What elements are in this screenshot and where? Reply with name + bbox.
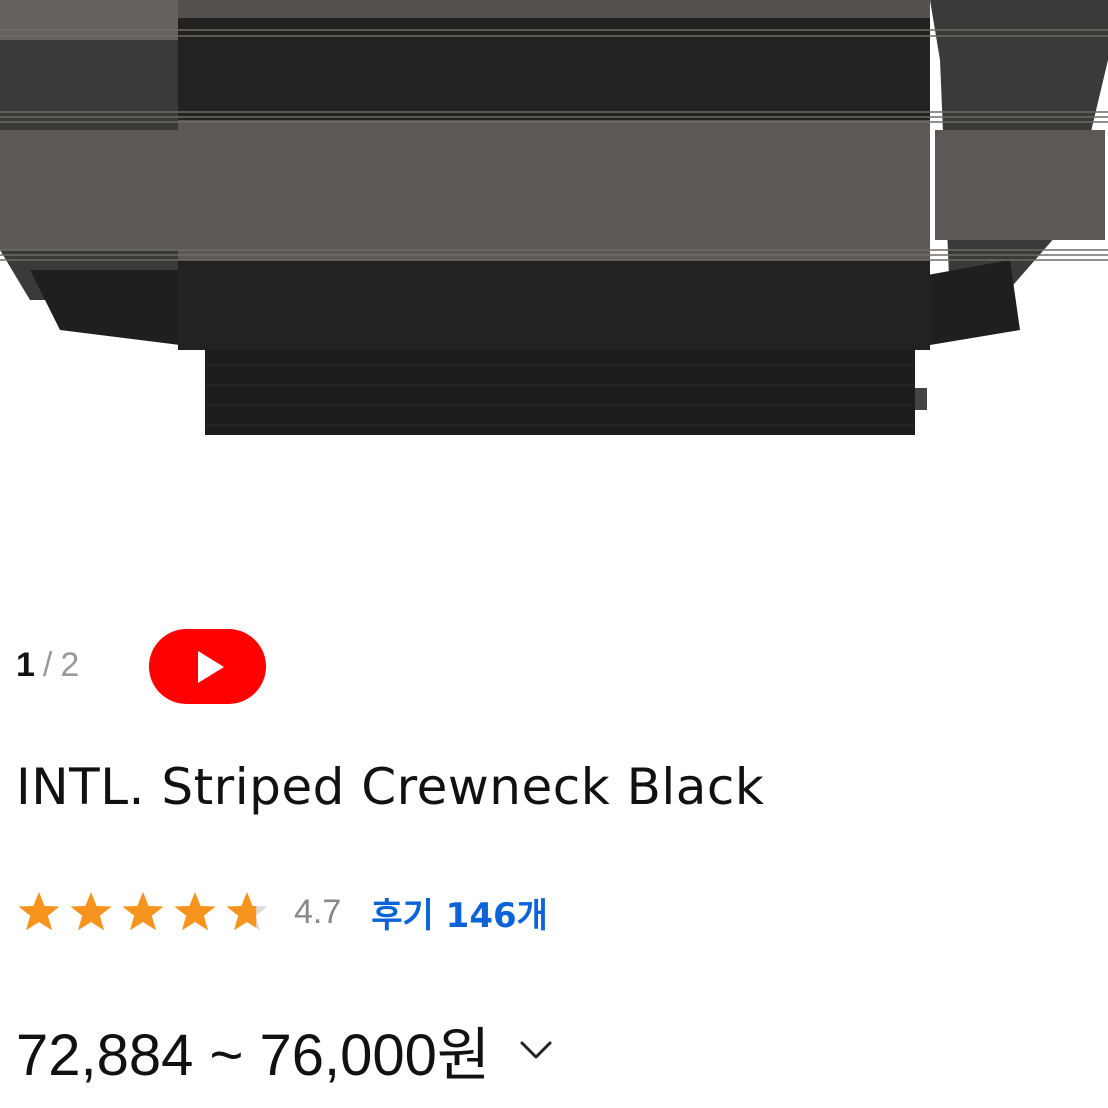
rating-value: 4.7 — [294, 892, 342, 931]
star-icon — [18, 892, 60, 931]
product-title: INTL. Striped Crewneck Black — [16, 758, 765, 816]
pager-separator: / — [42, 645, 53, 684]
star-icon — [226, 892, 268, 931]
play-icon — [197, 650, 224, 683]
price-range: 72,884 ~ 76,000원 — [16, 1023, 491, 1088]
review-count-link[interactable]: 후기 146개 — [371, 888, 548, 937]
video-play-button[interactable] — [149, 629, 266, 704]
product-image[interactable] — [0, 0, 1108, 560]
chevron-down-icon — [520, 1041, 552, 1059]
star-rating — [16, 889, 276, 935]
pager-total: 2 — [60, 645, 80, 684]
price-dropdown-toggle[interactable] — [516, 1030, 556, 1070]
image-pager: 1 / 2 — [16, 640, 79, 690]
sweatshirt-illustration — [0, 0, 1108, 435]
rating-row: 4.7 후기 146개 — [16, 884, 548, 940]
star-icon — [174, 892, 216, 931]
star-icon — [122, 892, 164, 931]
pager-current: 1 — [16, 645, 35, 684]
price-row: 72,884 ~ 76,000원 — [16, 1010, 556, 1090]
star-icon — [70, 892, 112, 931]
